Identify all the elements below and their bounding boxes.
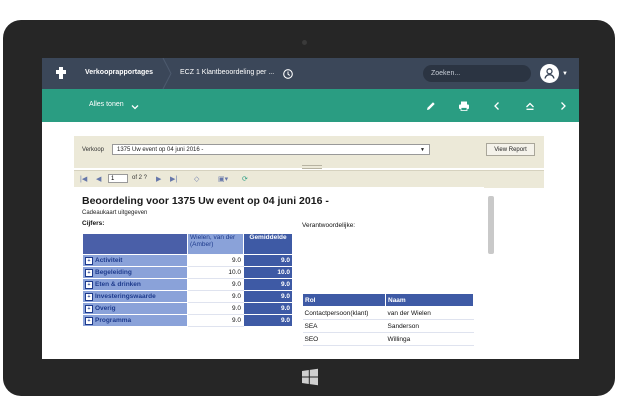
column-header: Wielen, van der (Amber) xyxy=(187,233,244,255)
name-cell: Willinga xyxy=(385,332,474,346)
event-select[interactable]: 1375 Uw event op 04 juni 2016 - ▼ xyxy=(112,144,430,155)
view-report-button[interactable]: View Report xyxy=(486,143,535,156)
last-page-icon[interactable]: ▶| xyxy=(170,175,177,183)
chevron-down-icon[interactable]: ▼ xyxy=(562,71,568,77)
verantwoordelijke-label: Verantwoordelijke: xyxy=(302,222,356,229)
expand-icon[interactable]: + xyxy=(85,256,93,265)
search-input[interactable]: Zoeken... xyxy=(423,65,531,82)
history-icon[interactable] xyxy=(282,67,294,79)
first-page-icon[interactable]: |◀ xyxy=(80,175,87,183)
row-label[interactable]: + Begeleiding xyxy=(82,266,188,279)
name-cell: Sanderson xyxy=(385,319,474,333)
report-title: Beoordeling voor 1375 Uw event op 04 jun… xyxy=(82,195,329,207)
show-all-dropdown[interactable]: Alles tonen xyxy=(89,101,124,108)
score-cell: 9.0 xyxy=(187,278,244,291)
expand-icon[interactable]: + xyxy=(85,304,93,313)
average-cell: 10.0 xyxy=(243,266,293,279)
print-icon[interactable] xyxy=(458,99,470,111)
chevron-down-icon[interactable] xyxy=(130,99,140,110)
dropdown-arrow-icon[interactable]: ▼ xyxy=(420,145,425,156)
parameter-bar: Verkoop 1375 Uw event op 04 juni 2016 - … xyxy=(74,136,544,169)
score-cell: 9.0 xyxy=(187,302,244,315)
table-row: SEA Sanderson xyxy=(302,319,474,333)
report-page: Beoordeling voor 1375 Uw event op 04 jun… xyxy=(74,187,484,359)
pager-toolbar: |◀ ◀ 1 of 2 ? ▶ ▶| ◇ ▣▾ ⟳ xyxy=(74,170,544,188)
column-header: Naam xyxy=(385,293,474,307)
row-label[interactable]: + Investeringswaarde xyxy=(82,290,188,303)
row-label[interactable]: + Activiteit xyxy=(82,254,188,267)
breadcrumb-separator xyxy=(162,58,172,90)
pencil-icon[interactable] xyxy=(425,99,437,111)
average-cell: 9.0 xyxy=(243,278,293,291)
role-cell: Contactpersoon(klant) xyxy=(302,306,386,320)
expand-icon[interactable]: + xyxy=(85,280,93,289)
table-row: + Eten & drinken 9.0 9.0 xyxy=(82,278,293,291)
eject-icon[interactable] xyxy=(524,99,536,111)
table-row: + Activiteit 9.0 9.0 xyxy=(82,254,293,267)
cijfers-label: Cijfers: xyxy=(82,220,105,227)
expand-icon[interactable]: + xyxy=(85,292,93,301)
param-label: Verkoop xyxy=(82,147,105,153)
report-scrollbar[interactable] xyxy=(488,196,494,254)
app-logo-icon[interactable] xyxy=(54,66,68,80)
camera-dot xyxy=(302,40,307,45)
app-screen: Verkooprapportages ECZ 1 Klantbeoordelin… xyxy=(42,58,579,359)
chevron-right-icon[interactable] xyxy=(557,99,569,111)
scores-table: Wielen, van der (Amber) Gemiddelde + Acti… xyxy=(82,233,293,327)
avatar[interactable] xyxy=(540,64,559,83)
table-row: + Programma 9.0 9.0 xyxy=(82,314,293,327)
average-cell: 9.0 xyxy=(243,302,293,315)
chevron-left-icon[interactable] xyxy=(491,99,503,111)
score-cell: 9.0 xyxy=(187,314,244,327)
report-subtitle: Cadeaukaart uitgegeven xyxy=(82,210,148,216)
role-cell: SEO xyxy=(302,332,386,346)
average-cell: 9.0 xyxy=(243,254,293,267)
role-cell: SEA xyxy=(302,319,386,333)
refresh-icon[interactable]: ⟳ xyxy=(242,175,248,183)
find-icon[interactable]: ◇ xyxy=(194,175,199,183)
row-label[interactable]: + Eten & drinken xyxy=(82,278,188,291)
name-cell: van der Wielen xyxy=(385,306,474,320)
report-toolbar: Alles tonen xyxy=(42,89,579,122)
column-header: Gemiddelde xyxy=(243,233,293,255)
table-row: SEO Willinga xyxy=(302,332,474,346)
table-corner xyxy=(82,233,188,255)
table-row: + Begeleiding 10.0 10.0 xyxy=(82,266,293,279)
score-cell: 10.0 xyxy=(187,266,244,279)
score-cell: 9.0 xyxy=(187,290,244,303)
column-header: Rol xyxy=(302,293,386,307)
table-row: + Investeringswaarde 9.0 9.0 xyxy=(82,290,293,303)
row-label[interactable]: + Programma xyxy=(82,314,188,327)
export-icon[interactable]: ▣▾ xyxy=(218,175,228,183)
page-count: of 2 ? xyxy=(132,175,148,181)
prev-page-icon[interactable]: ◀ xyxy=(96,175,101,183)
average-cell: 9.0 xyxy=(243,314,293,327)
app-title[interactable]: Verkooprapportages xyxy=(85,69,153,76)
page-number-input[interactable]: 1 xyxy=(108,174,128,183)
collapse-handle[interactable] xyxy=(302,165,322,169)
event-select-value: 1375 Uw event op 04 juni 2016 - xyxy=(117,147,204,153)
next-page-icon[interactable]: ▶ xyxy=(156,175,161,183)
breadcrumb[interactable]: ECZ 1 Klantbeoordeling per ... xyxy=(180,69,274,76)
expand-icon[interactable]: + xyxy=(85,316,93,325)
score-cell: 9.0 xyxy=(187,254,244,267)
roles-table: Rol Naam Contactpersoon(klant) van der W… xyxy=(302,293,474,346)
table-row: + Overig 9.0 9.0 xyxy=(82,302,293,315)
windows-logo-icon[interactable] xyxy=(301,368,319,386)
row-label[interactable]: + Overig xyxy=(82,302,188,315)
table-row: Contactpersoon(klant) van der Wielen xyxy=(302,306,474,320)
expand-icon[interactable]: + xyxy=(85,268,93,277)
average-cell: 9.0 xyxy=(243,290,293,303)
top-nav-bar: Verkooprapportages ECZ 1 Klantbeoordelin… xyxy=(42,58,579,90)
